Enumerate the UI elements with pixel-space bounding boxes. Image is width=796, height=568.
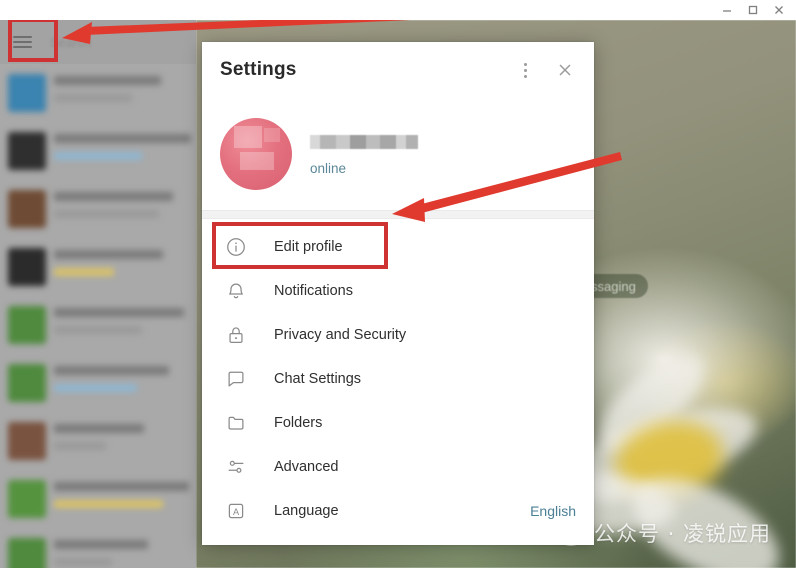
chat-list[interactable] [0,64,196,568]
letter-a-icon: A [224,499,248,523]
list-item-text [54,478,188,520]
settings-menu-item-label: Advanced [274,459,339,475]
sliders-icon [224,455,248,479]
maximize-icon[interactable] [740,1,766,19]
avatar [8,74,46,112]
list-item[interactable] [0,354,196,412]
page-title: Settings [220,59,297,81]
folder-icon [224,411,248,435]
sidebar: Search [0,20,196,568]
dialog-header-actions [510,55,580,85]
list-item-text [54,130,188,172]
close-icon[interactable] [766,1,792,19]
list-item-text [54,246,188,288]
list-item[interactable] [0,470,196,528]
avatar [8,248,46,286]
app-window: messaging Search Settings online Edit pr… [0,0,796,568]
settings-menu-item-value[interactable]: English [530,503,576,519]
settings-menu-item-edit-profile[interactable]: Edit profile [202,225,594,269]
avatar [8,190,46,228]
avatar [8,364,46,402]
bell-icon [224,279,248,303]
profile-name-redacted [310,135,418,149]
sidebar-search-bar[interactable]: Search [0,20,196,64]
minimize-icon[interactable] [714,1,740,19]
list-item-text [54,188,188,230]
settings-dialog: Settings online Edit profile Notificatio… [202,42,594,545]
settings-menu-item-label: Notifications [274,283,353,299]
list-item[interactable] [0,122,196,180]
avatar [8,306,46,344]
list-item[interactable] [0,528,196,568]
avatar [8,480,46,518]
list-item-text [54,72,188,114]
avatar [8,538,46,568]
settings-menu-item-label: Language [274,503,339,519]
profile-section[interactable]: online [202,98,594,210]
more-vertical-icon[interactable] [510,55,540,85]
avatar [8,422,46,460]
settings-menu-item-language[interactable]: A Language English [202,489,594,533]
settings-menu-item-label: Folders [274,415,322,431]
dialog-header: Settings [202,42,594,98]
status-badge: online [310,161,418,176]
settings-menu-item-label: Privacy and Security [274,327,406,343]
list-item-text [54,304,188,346]
hamburger-menu-icon[interactable] [0,20,44,64]
chat-bubble-icon [224,367,248,391]
window-titlebar [0,0,796,20]
list-item[interactable] [0,238,196,296]
settings-menu-item-notifications[interactable]: Notifications [202,269,594,313]
divider [202,210,594,219]
settings-menu-item-folders[interactable]: Folders [202,401,594,445]
list-item-text [54,536,188,568]
search-input[interactable]: Search [50,35,91,50]
settings-menu-item-advanced[interactable]: Advanced [202,445,594,489]
settings-menu-item-chat-settings[interactable]: Chat Settings [202,357,594,401]
list-item-text [54,362,188,404]
lock-icon [224,323,248,347]
list-item-text [54,420,188,462]
svg-text:A: A [233,507,240,517]
close-icon[interactable] [550,55,580,85]
list-item[interactable] [0,64,196,122]
settings-menu: Edit profile Notifications Privacy and Sec… [202,219,594,533]
settings-menu-item-label: Chat Settings [274,371,361,387]
list-item[interactable] [0,296,196,354]
avatar[interactable] [220,118,292,190]
profile-meta: online [310,133,418,176]
list-item[interactable] [0,412,196,470]
avatar [8,132,46,170]
settings-menu-item-privacy-and-security[interactable]: Privacy and Security [202,313,594,357]
info-circle-icon [224,235,248,259]
settings-menu-item-label: Edit profile [274,239,343,255]
list-item[interactable] [0,180,196,238]
